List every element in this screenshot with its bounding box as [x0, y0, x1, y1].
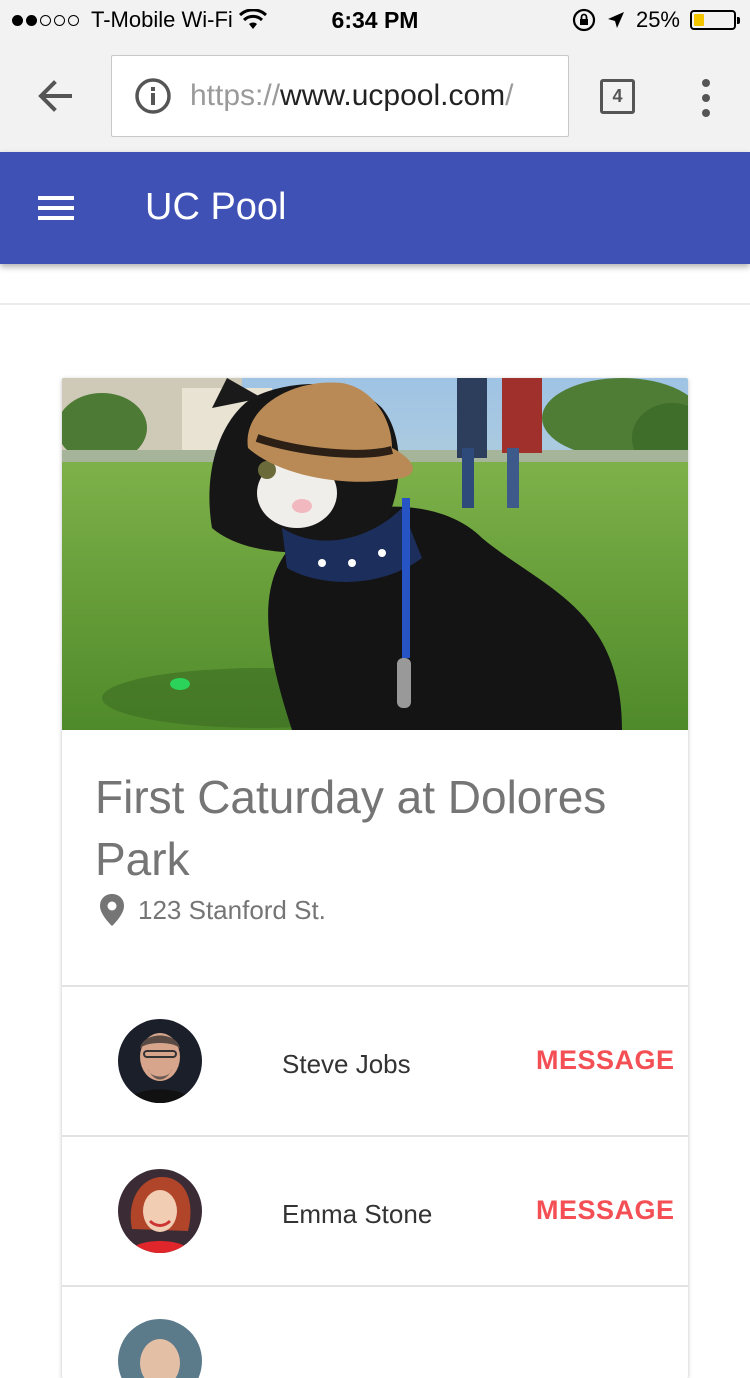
event-address: 123 Stanford St. — [138, 894, 326, 925]
location-pin-icon — [100, 894, 124, 926]
address-bar[interactable]: https://www.ucpool.com/ — [111, 55, 569, 137]
list-item: Emma Stone MESSAGE — [62, 1137, 688, 1287]
battery-icon — [690, 10, 740, 30]
event-title: First Caturday at Dolores Park — [95, 771, 607, 885]
browser-toolbar: https://www.ucpool.com/ 4 — [0, 40, 750, 152]
back-arrow-icon[interactable] — [30, 70, 82, 122]
status-bar: T-Mobile Wi-Fi 6:34 PM 25% — [0, 0, 750, 40]
battery-percent: 25% — [635, 7, 680, 32]
event-card: First Caturday at Dolores Park 123 Stanf… — [62, 378, 688, 1378]
info-icon[interactable] — [134, 77, 172, 115]
cat-in-park-photo — [62, 378, 688, 730]
url-host: www.ucpool.com — [280, 79, 506, 112]
app-title: UC Pool — [145, 186, 287, 228]
message-button[interactable]: MESSAGE — [536, 1195, 675, 1226]
avatar — [118, 1169, 202, 1253]
list-item — [62, 1287, 688, 1378]
tab-switcher-button[interactable]: 4 — [600, 79, 635, 114]
more-options-icon[interactable] — [694, 76, 718, 120]
event-location: 123 Stanford St. — [100, 894, 326, 926]
url-rest: / — [505, 79, 514, 112]
attendee-name: Emma Stone — [282, 1199, 433, 1229]
hamburger-menu-icon[interactable] — [36, 192, 76, 224]
status-right: 25% — [572, 7, 740, 33]
avatar — [118, 1319, 202, 1378]
message-button[interactable]: MESSAGE — [536, 1045, 675, 1076]
app-bar: UC Pool — [0, 152, 750, 264]
list-item: Steve Jobs MESSAGE — [62, 987, 688, 1137]
attendee-name: Steve Jobs — [282, 1049, 411, 1079]
event-header: First Caturday at Dolores Park 123 Stanf… — [62, 730, 688, 987]
avatar — [118, 1019, 202, 1103]
location-arrow-icon — [607, 12, 624, 28]
url-scheme: https:// — [190, 79, 281, 112]
rotation-lock-icon — [572, 8, 596, 32]
divider — [0, 303, 750, 305]
url-text: https://www.ucpool.com/ — [190, 79, 513, 113]
